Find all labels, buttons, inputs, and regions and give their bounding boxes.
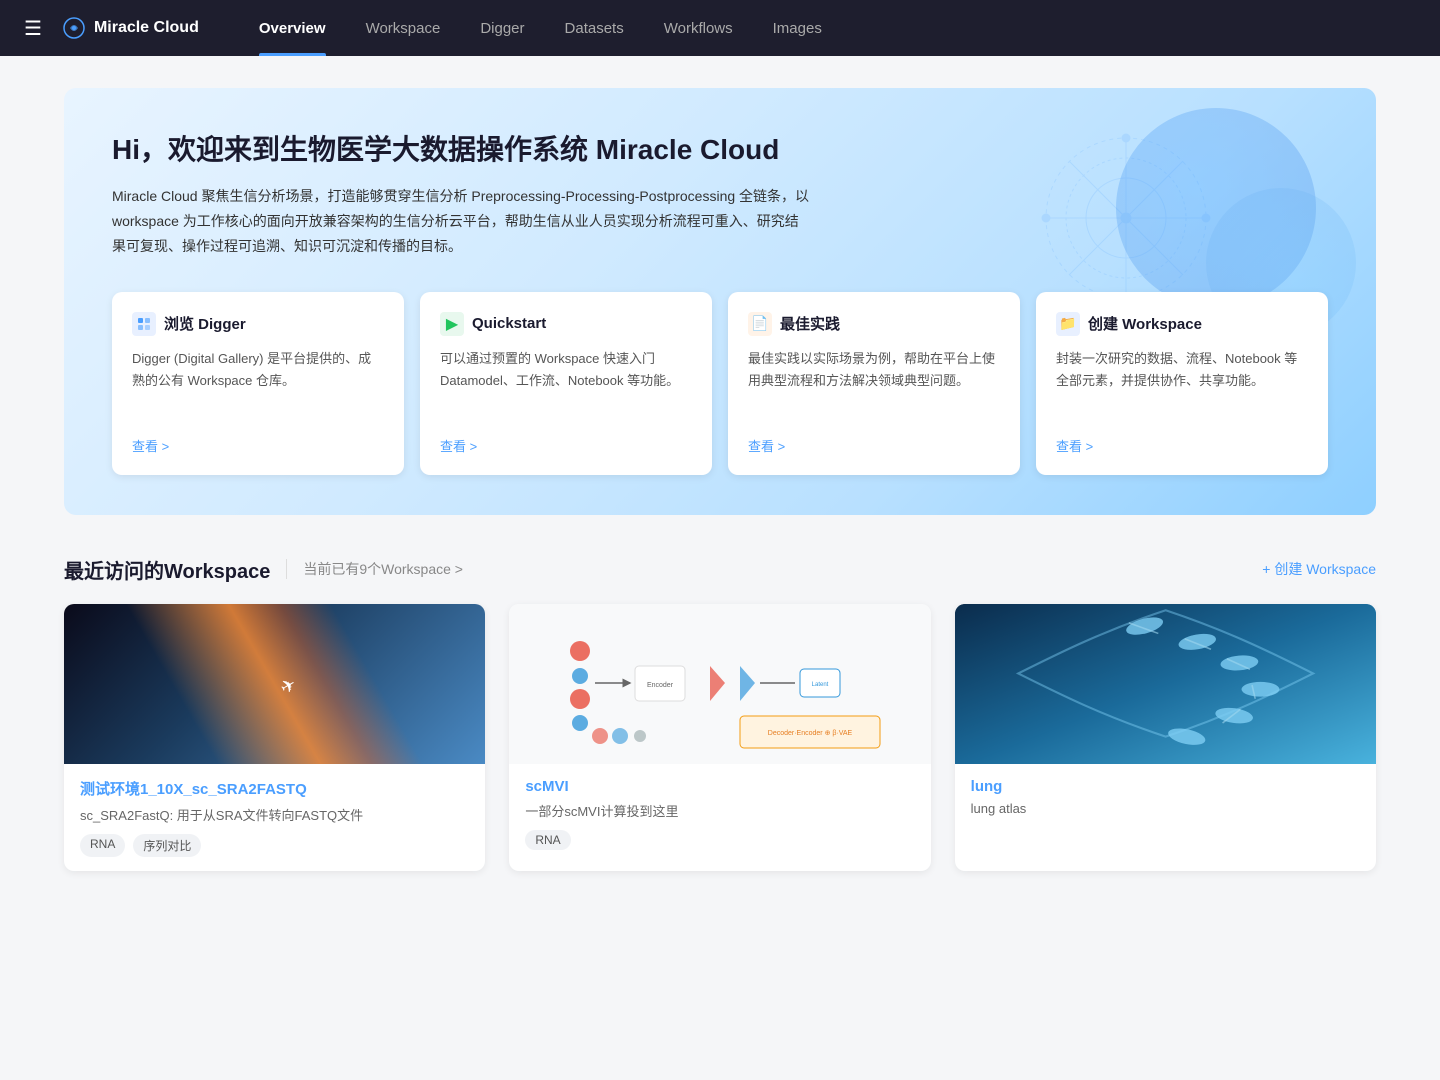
svg-text:Encoder: Encoder [647, 682, 674, 689]
nav-overview[interactable]: Overview [239, 0, 346, 56]
workspace-thumb-2: Encoder Latent Decoder·Encoder ⊕ β·VAE [509, 604, 930, 764]
navbar: ☰ Miracle Cloud Overview Workspace Digge… [0, 0, 1440, 56]
hero-title: Hi，欢迎来到生物医学大数据操作系统 Miracle Cloud [112, 128, 1328, 168]
nav-datasets[interactable]: Datasets [545, 0, 644, 56]
hero-card-digger-header: 浏览 Digger [132, 312, 384, 336]
hero-card-quickstart-link[interactable]: 查看 > [440, 436, 692, 455]
workspace-name-3[interactable]: lung [971, 778, 1360, 795]
hero-card-best-practice-desc: 最佳实践以实际场景为例，帮助在平台上使用典型流程和方法解决领域典型问题。 [748, 348, 1000, 420]
hamburger-icon[interactable]: ☰ [24, 16, 42, 41]
hero-card-best-practice-header: 📄 最佳实践 [748, 312, 1000, 336]
hero-card-best-practice-link[interactable]: 查看 > [748, 436, 1000, 455]
hero-card-digger-title: 浏览 Digger [164, 313, 246, 334]
best-practice-icon: 📄 [748, 312, 772, 336]
digger-icon [132, 312, 156, 336]
workspace-desc-3: lung atlas [971, 801, 1360, 816]
tag-rna-1[interactable]: RNA [80, 834, 125, 857]
nav-digger[interactable]: Digger [460, 0, 544, 56]
workspace-grid: ✈ 测试环境1_10X_sc_SRA2FASTQ sc_SRA2FastQ: 用… [64, 604, 1376, 871]
nav-workspace[interactable]: Workspace [346, 0, 461, 56]
workspace-name-1[interactable]: 测试环境1_10X_sc_SRA2FASTQ [80, 778, 469, 799]
svg-text:Decoder·Encoder ⊕ β·VAE: Decoder·Encoder ⊕ β·VAE [768, 730, 853, 737]
workspace-tags-2: RNA [525, 830, 914, 850]
create-workspace-button[interactable]: + 创建 Workspace [1262, 559, 1376, 579]
hero-card-create-workspace-desc: 封装一次研究的数据、流程、Notebook 等全部元素，并提供协作、共享功能。 [1056, 348, 1308, 420]
nav-images[interactable]: Images [753, 0, 842, 56]
hero-card-quickstart-header: ▶ Quickstart [440, 312, 692, 336]
workspace-card-2[interactable]: Encoder Latent Decoder·Encoder ⊕ β·VAE [509, 604, 930, 871]
brand-logo: Miracle Cloud [62, 16, 199, 40]
workspace-info-2: scMVI 一部分scMVI计算投到这里 RNA [509, 764, 930, 864]
hero-banner: Hi，欢迎来到生物医学大数据操作系统 Miracle Cloud Miracle… [64, 88, 1376, 515]
hero-card-create-workspace-link[interactable]: 查看 > [1056, 436, 1308, 455]
workspace-info-1: 测试环境1_10X_sc_SRA2FASTQ sc_SRA2FastQ: 用于从… [64, 764, 485, 871]
hero-card-create-workspace-title: 创建 Workspace [1088, 313, 1202, 334]
main-content: Hi，欢迎来到生物医学大数据操作系统 Miracle Cloud Miracle… [0, 56, 1440, 903]
hero-card-digger[interactable]: 浏览 Digger Digger (Digital Gallery) 是平台提供… [112, 292, 404, 475]
workspace-desc-1: sc_SRA2FastQ: 用于从SRA文件转向FASTQ文件 [80, 805, 469, 824]
brand-name: Miracle Cloud [94, 19, 199, 37]
workspace-card-3[interactable]: lung lung atlas [955, 604, 1376, 871]
brand-icon [62, 16, 86, 40]
tag-align-1[interactable]: 序列对比 [133, 834, 201, 857]
space-streak [64, 604, 485, 764]
hero-card-create-workspace-header: 📁 创建 Workspace [1056, 312, 1308, 336]
create-workspace-icon: 📁 [1056, 312, 1080, 336]
nav-links: Overview Workspace Digger Datasets Workf… [239, 0, 1416, 56]
hero-description: Miracle Cloud 聚焦生信分析场景，打造能够贯穿生信分析 Prepro… [112, 184, 812, 260]
workspace-thumb-3 [955, 604, 1376, 764]
tag-rna-2[interactable]: RNA [525, 830, 570, 850]
hero-card-create-workspace[interactable]: 📁 创建 Workspace 封装一次研究的数据、流程、Notebook 等全部… [1036, 292, 1328, 475]
diagram-svg: Encoder Latent Decoder·Encoder ⊕ β·VAE [540, 611, 900, 756]
workspace-desc-2: 一部分scMVI计算投到这里 [525, 801, 914, 820]
recent-section-header: 最近访问的Workspace 当前已有9个Workspace > + 创建 Wo… [64, 555, 1376, 584]
hero-cards: 浏览 Digger Digger (Digital Gallery) 是平台提供… [112, 292, 1328, 475]
workspace-thumb-1: ✈ [64, 604, 485, 764]
dna-svg [955, 604, 1376, 764]
hero-card-digger-desc: Digger (Digital Gallery) 是平台提供的、成熟的公有 Wo… [132, 348, 384, 420]
workspace-tags-1: RNA 序列对比 [80, 834, 469, 857]
hero-card-best-practice[interactable]: 📄 最佳实践 最佳实践以实际场景为例，帮助在平台上使用典型流程和方法解决领域典型… [728, 292, 1020, 475]
hero-card-quickstart-desc: 可以通过预置的 Workspace 快速入门 Datamodel、工作流、Not… [440, 348, 692, 420]
quickstart-icon: ▶ [440, 312, 464, 336]
workspace-info-3: lung lung atlas [955, 764, 1376, 840]
workspace-count[interactable]: 当前已有9个Workspace > [286, 559, 463, 579]
workspace-card-1[interactable]: ✈ 测试环境1_10X_sc_SRA2FASTQ sc_SRA2FastQ: 用… [64, 604, 485, 871]
hero-card-best-practice-title: 最佳实践 [780, 313, 840, 334]
hero-card-quickstart[interactable]: ▶ Quickstart 可以通过预置的 Workspace 快速入门 Data… [420, 292, 712, 475]
svg-text:Latent: Latent [812, 682, 829, 688]
nav-workflows[interactable]: Workflows [644, 0, 753, 56]
workspace-name-2[interactable]: scMVI [525, 778, 914, 795]
hero-card-digger-link[interactable]: 查看 > [132, 436, 384, 455]
hero-card-quickstart-title: Quickstart [472, 315, 546, 332]
recent-section-title: 最近访问的Workspace [64, 555, 270, 584]
